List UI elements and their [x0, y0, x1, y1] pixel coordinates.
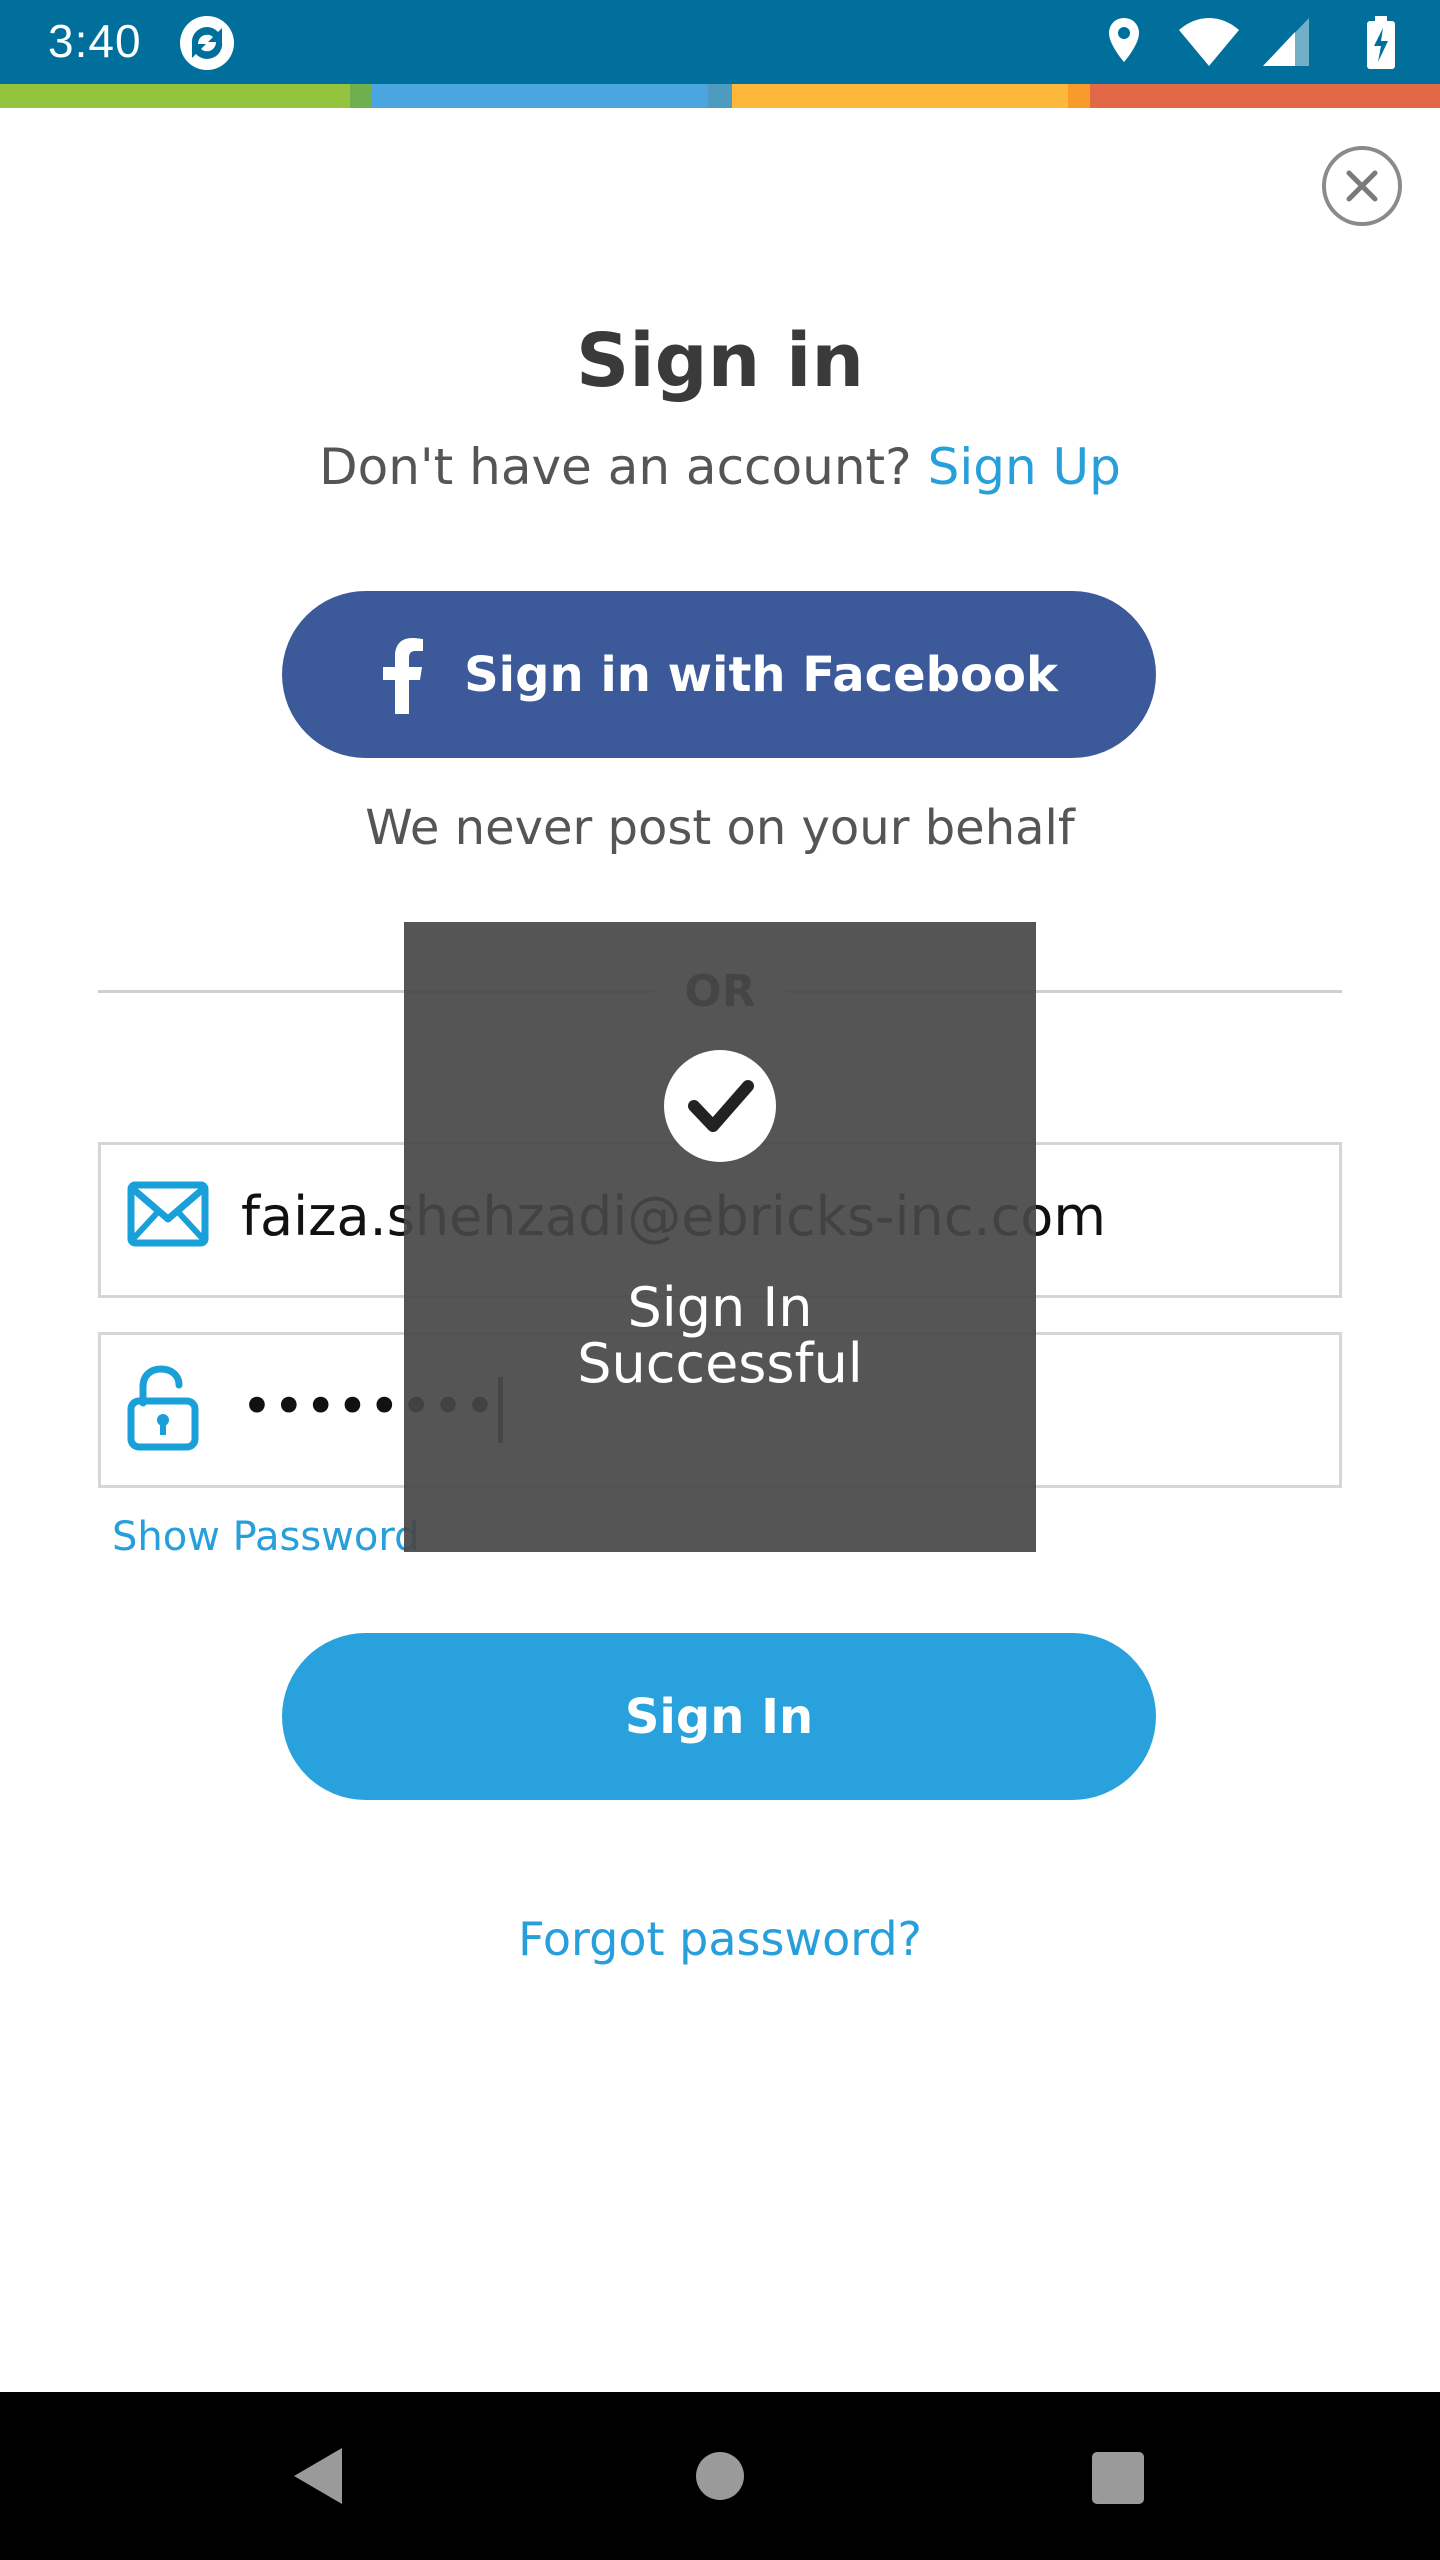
no-account-text: Don't have an account?: [319, 438, 912, 496]
brand-color-stripe: [0, 84, 1440, 108]
signin-button[interactable]: Sign In: [282, 1633, 1156, 1800]
show-password-toggle[interactable]: Show Password: [112, 1514, 419, 1560]
success-toast: Sign In Successful: [404, 922, 1036, 1552]
toast-line-1: Sign In: [627, 1276, 813, 1339]
system-nav-bar: [0, 2392, 1440, 2560]
facebook-note: We never post on your behalf: [365, 800, 1075, 856]
status-time: 3:40: [48, 15, 142, 67]
check-circle-icon: [664, 1050, 776, 1162]
battery-charging-icon: [1367, 16, 1395, 69]
signup-link[interactable]: Sign Up: [928, 438, 1121, 496]
envelope-icon: [127, 1181, 209, 1247]
unlock-icon: [127, 1365, 199, 1451]
close-icon: [1346, 170, 1378, 202]
facebook-icon: [383, 637, 424, 714]
page-title: Sign in: [575, 318, 865, 404]
status-bar: 3:40: [0, 0, 1440, 84]
close-button[interactable]: [1322, 146, 1402, 226]
toast-line-2: Successful: [577, 1332, 863, 1395]
home-icon[interactable]: [696, 2452, 744, 2500]
forgot-password-link[interactable]: Forgot password?: [0, 1912, 1440, 1966]
back-icon[interactable]: [290, 2446, 344, 2506]
cell-signal-icon: [1263, 18, 1309, 66]
toast-message: Sign In Successful: [404, 1280, 1036, 1392]
facebook-button-label: Sign in with Facebook: [464, 646, 1058, 703]
wifi-icon: [1179, 18, 1239, 66]
recents-icon[interactable]: [1092, 2452, 1144, 2504]
facebook-signin-button[interactable]: Sign in with Facebook: [282, 591, 1156, 758]
signup-prompt: Don't have an account? Sign Up: [0, 438, 1440, 496]
app-sync-icon: [180, 16, 234, 70]
location-icon: [1109, 18, 1139, 62]
